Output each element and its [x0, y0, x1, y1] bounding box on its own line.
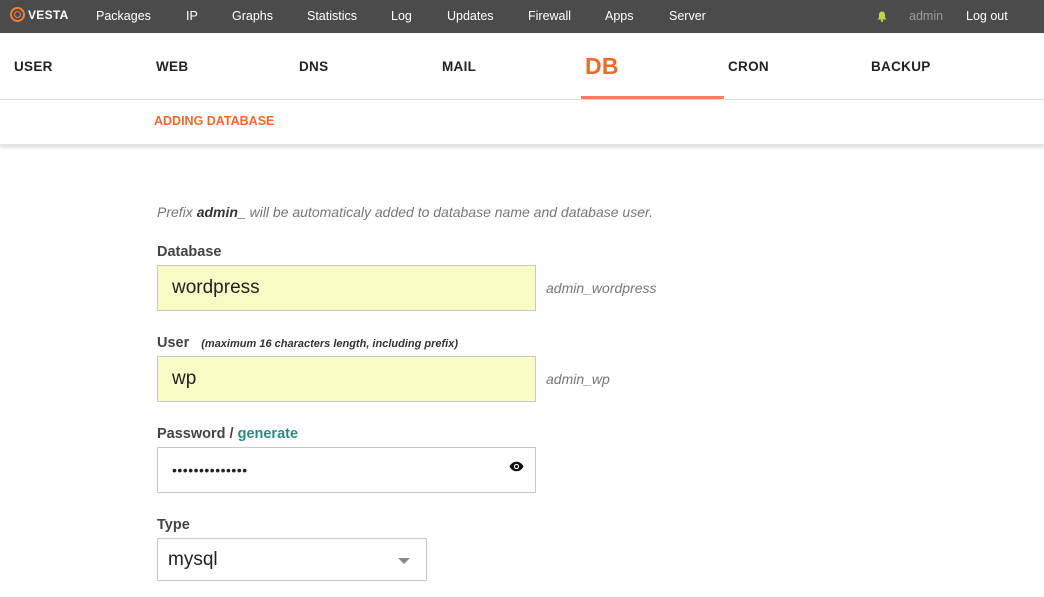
tab-user[interactable]: USER [14, 33, 53, 99]
nav-graphs[interactable]: Graphs [232, 0, 273, 33]
logout-link[interactable]: Log out [966, 0, 1008, 33]
password-mask: •••••••••••••• [172, 462, 248, 478]
password-input[interactable]: •••••••••••••• [157, 447, 536, 493]
password-label-row: Password / generate [157, 426, 298, 442]
tab-dns[interactable]: DNS [299, 33, 328, 99]
vesta-logo[interactable]: VESTA [10, 7, 69, 22]
top-bar: VESTA Packages IP Graphs Statistics Log … [0, 0, 1044, 33]
database-label: Database [157, 244, 222, 260]
prefix-note-pre: Prefix [157, 204, 197, 220]
user-label: User [157, 335, 190, 351]
active-tab-indicator [581, 96, 724, 99]
tab-backup[interactable]: BACKUP [871, 33, 931, 99]
nav-updates[interactable]: Updates [447, 0, 494, 33]
user-name-link[interactable]: admin [909, 0, 943, 33]
nav-firewall[interactable]: Firewall [528, 0, 571, 33]
nav-packages[interactable]: Packages [96, 0, 151, 33]
database-input[interactable]: wordpress [157, 265, 536, 311]
database-full-name: admin_wordpress [546, 280, 657, 296]
type-select[interactable]: mysql [157, 538, 427, 581]
nav-statistics[interactable]: Statistics [307, 0, 357, 33]
prefix-note: Prefix admin_ will be automaticaly added… [157, 204, 653, 220]
nav-server[interactable]: Server [669, 0, 706, 33]
section-tabs: USER WEB DNS MAIL DB CRON BACKUP [0, 33, 1044, 100]
prefix-note-bold: admin_ [196, 204, 246, 220]
tab-mail[interactable]: MAIL [442, 33, 476, 99]
nav-ip[interactable]: IP [186, 0, 198, 33]
logo-text: VESTA [28, 7, 69, 22]
user-hint: (maximum 16 characters length, including… [201, 338, 458, 350]
vesta-logo-icon [10, 7, 25, 22]
tab-web[interactable]: WEB [156, 33, 188, 99]
password-label: Password / [157, 426, 238, 442]
type-label: Type [157, 517, 190, 533]
tab-cron[interactable]: CRON [728, 33, 769, 99]
nav-apps[interactable]: Apps [605, 0, 634, 33]
user-label-row: User (maximum 16 characters length, inclu… [157, 335, 458, 351]
tab-db[interactable]: DB [585, 33, 619, 99]
generate-password-link[interactable]: generate [238, 426, 298, 442]
eye-icon[interactable] [509, 461, 524, 472]
chevron-down-icon[interactable] [398, 558, 410, 564]
user-full-name: admin_wp [546, 371, 610, 387]
sub-header: ADDING DATABASE [0, 100, 1044, 145]
user-input[interactable]: wp [157, 356, 536, 402]
page-title: ADDING DATABASE [154, 114, 275, 128]
bell-icon[interactable] [877, 11, 887, 22]
nav-log[interactable]: Log [391, 0, 412, 33]
prefix-note-post: will be automaticaly added to database n… [245, 204, 654, 220]
